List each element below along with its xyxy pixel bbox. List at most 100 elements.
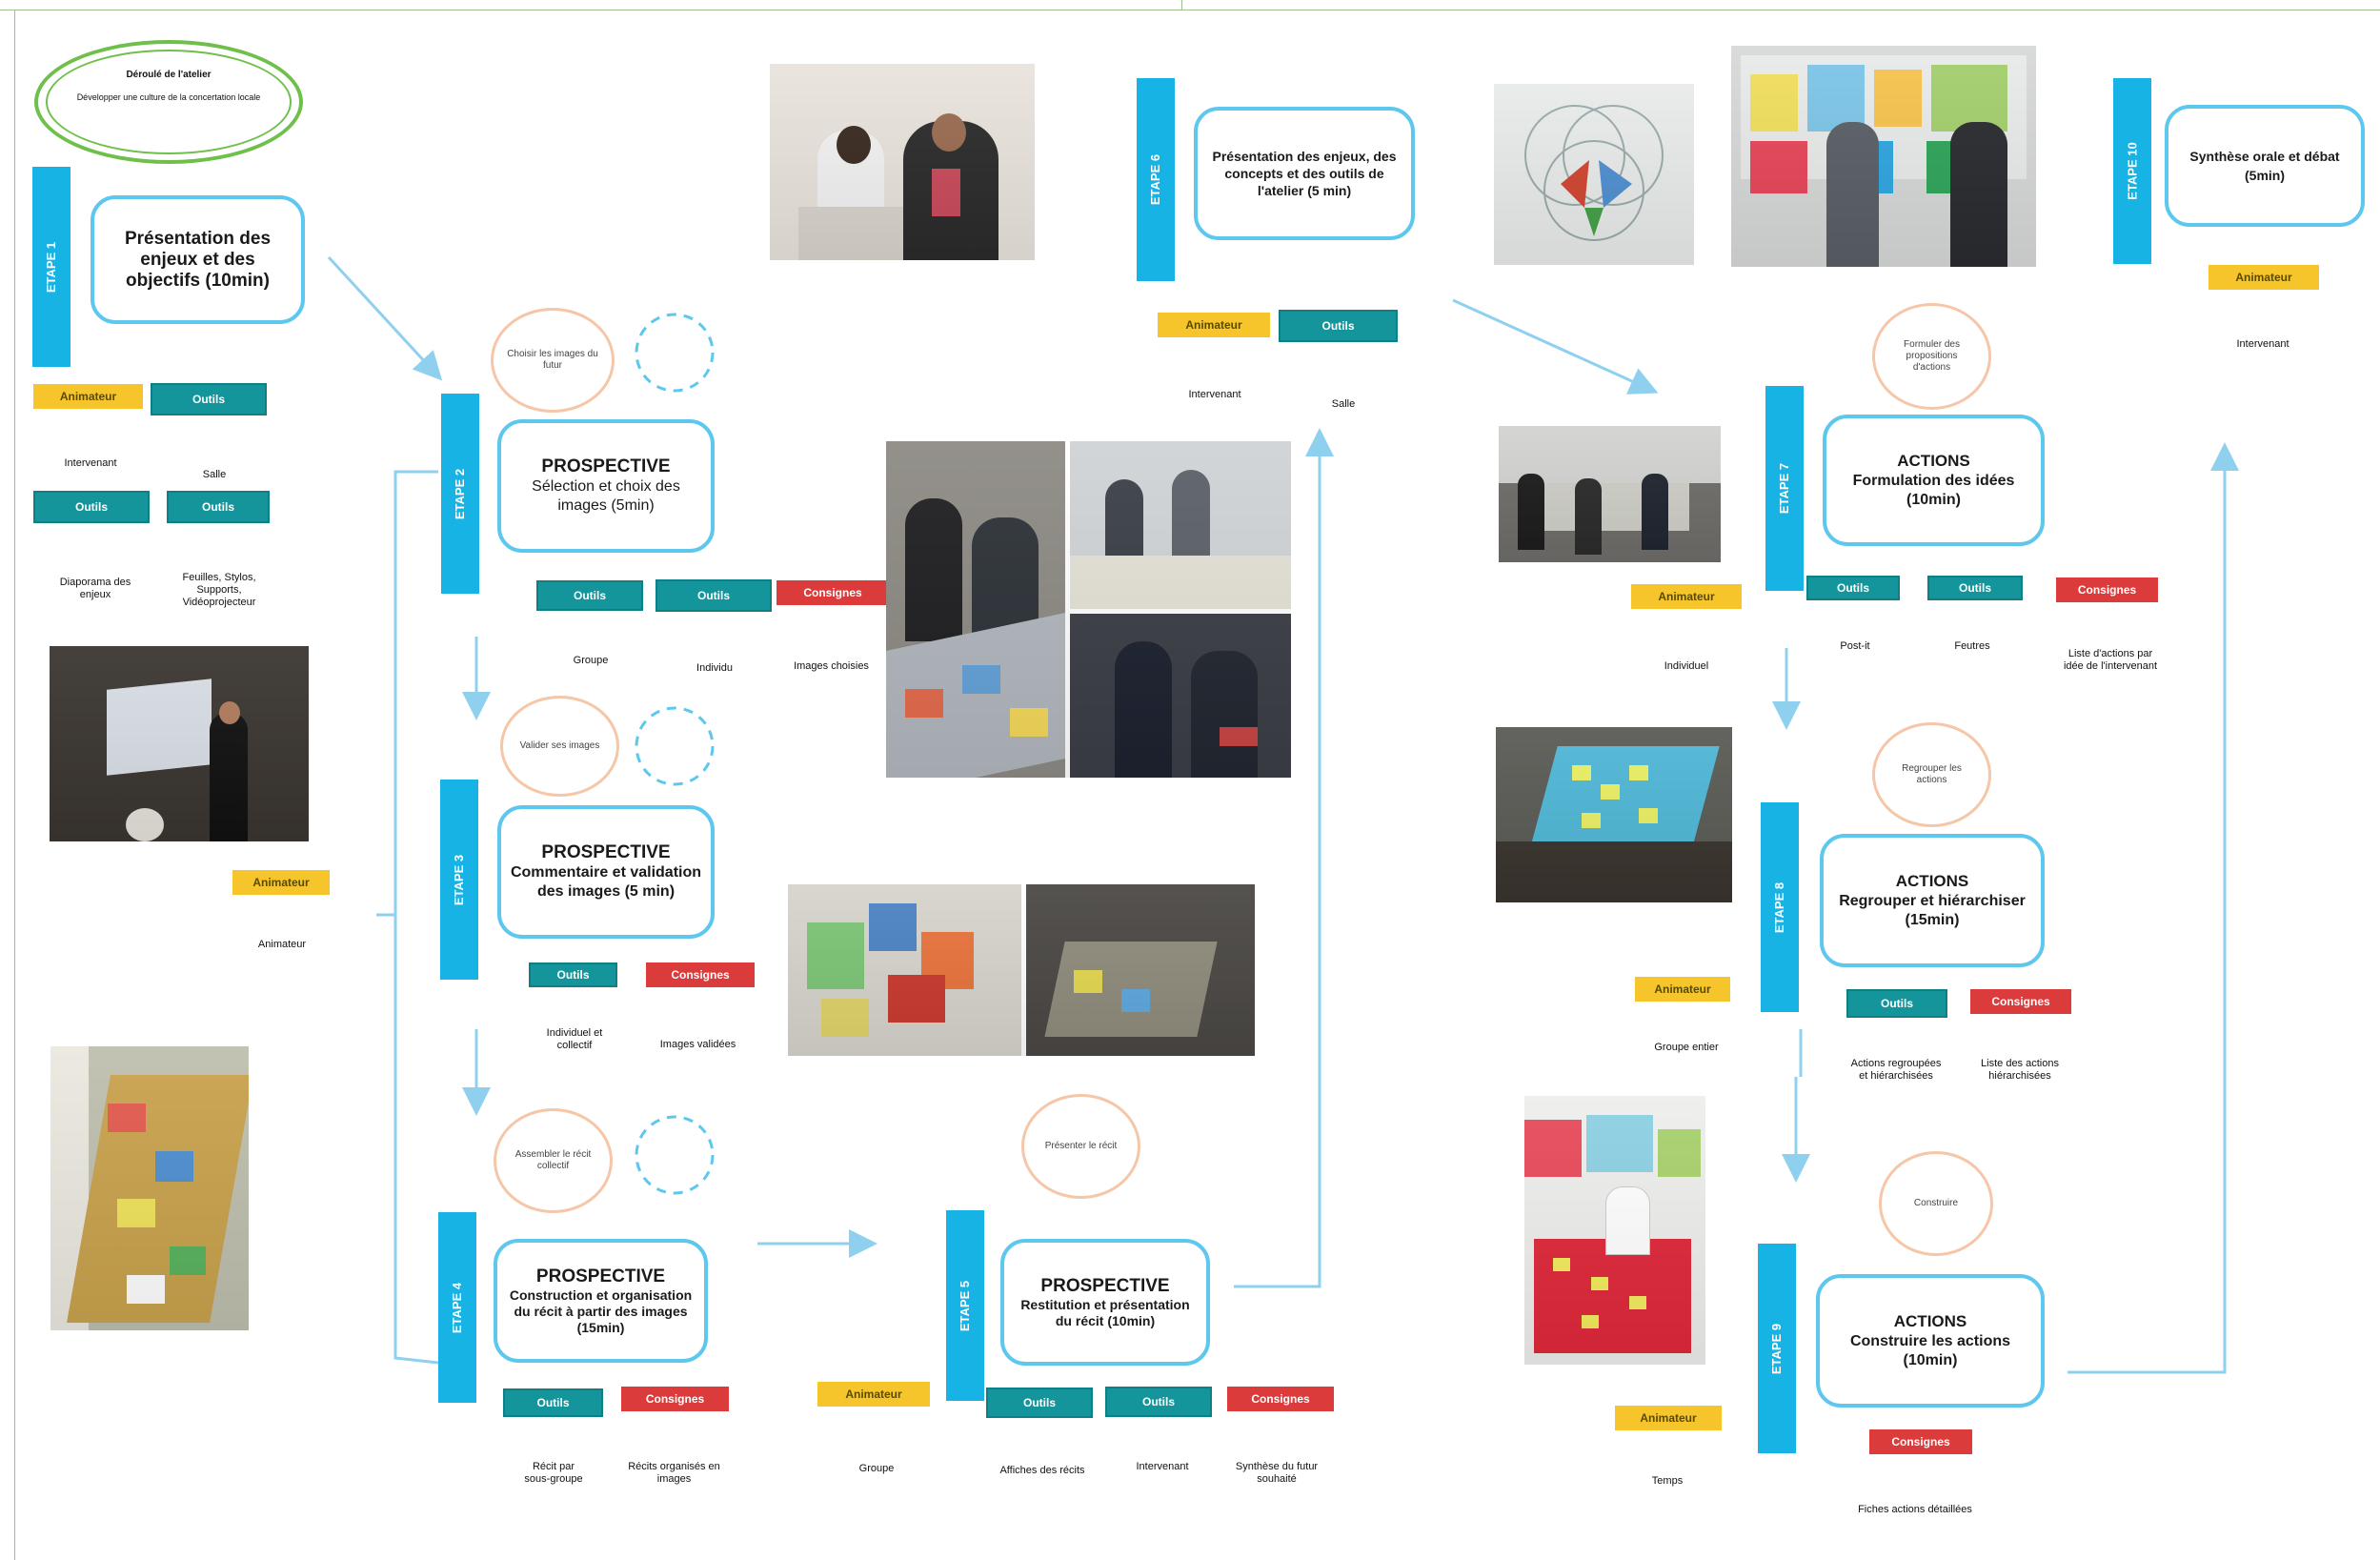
step-9-note-a: Temps (1651, 1475, 1684, 1487)
step-10-note-a: Intervenant (2236, 338, 2289, 350)
step-2-note-c: Images choisies (794, 660, 869, 672)
step-6-animateur-tag: Animateur (1158, 313, 1270, 337)
step-5-box: PROSPECTIVE Restitution et présentation … (1000, 1239, 1210, 1366)
step-9-subtitle: Construire les actions (10min) (1849, 1333, 2011, 1368)
step-2-outil-tag: Outils (536, 580, 643, 611)
step-1-animateur-tag-2: Animateur (232, 870, 330, 895)
step-2-outil-tag-2: Outils (656, 579, 772, 612)
step-8-outil-tag: Outils (1846, 989, 1947, 1018)
step-8-title: ACTIONS (1895, 872, 1969, 890)
step-3-note-a: Individuel et collectif (546, 1027, 603, 1051)
step-4-animateur-tag: Animateur (817, 1382, 930, 1407)
step-2-title: PROSPECTIVE (541, 456, 671, 476)
step-2-subtitle: Sélection et choix des images (5min) (532, 478, 680, 514)
step-7-bar: ETAPE 7 (1765, 386, 1804, 591)
step-10-box: Synthèse orale et débat (5min) (2165, 105, 2365, 227)
step-1-subtitle: enjeux et des objectifs (10min) (126, 249, 270, 291)
photo-group-tables (1499, 426, 1721, 562)
step-8-note-c: Liste des actions hiérarchisées (1981, 1058, 2059, 1082)
step-6-bar: ETAPE 6 (1137, 78, 1175, 281)
step-4-box: PROSPECTIVE Construction et organisation… (494, 1239, 708, 1363)
step-2-consigne-tag: Consignes (777, 580, 889, 605)
step-10-bar: ETAPE 10 (2113, 78, 2151, 264)
step-4-note-a: Récit par sous-groupe (524, 1461, 583, 1485)
step-8-box: ACTIONS Regrouper et hiérarchiser (15min… (1820, 834, 2045, 967)
step-8-consigne-tag: Consignes (1970, 989, 2071, 1014)
step-8-subtitle: Regrouper et hiérarchiser (15min) (1839, 893, 2026, 928)
step-7-outil-tag-2: Outils (1927, 576, 2023, 600)
photo-posters (788, 884, 1255, 1056)
step-4-note-c: Groupe (858, 1463, 895, 1474)
step-7-objective-circle: Formuler des propositions d'actions (1872, 303, 1991, 410)
step-5-outil-tag: Outils (986, 1388, 1093, 1418)
step-1-outil-tag-2: Outils (33, 491, 150, 523)
step-4-title: PROSPECTIVE (535, 1266, 666, 1286)
step-7-note-c: Feutres (1954, 640, 1990, 652)
step-4-consigne-tag: Consignes (621, 1387, 729, 1411)
step-6-outil-tag: Outils (1279, 310, 1398, 342)
step-8-note-a: Groupe entier (1654, 1042, 1719, 1053)
step-1-bar: ETAPE 1 (32, 167, 71, 367)
step-7-title: ACTIONS (1897, 452, 1970, 470)
step-5-note-a: Affiches des récits (999, 1465, 1085, 1476)
oval-title: Déroulé de l'atelier (126, 70, 212, 80)
step-8-bar: ETAPE 8 (1761, 802, 1799, 1012)
step-7-consigne-tag: Consignes (2056, 577, 2158, 602)
step-1-outil-tag-3: Outils (167, 491, 270, 523)
step-9-bar: ETAPE 9 (1758, 1244, 1796, 1453)
step-9-objective-circle: Construire (1879, 1151, 1993, 1256)
step-5-consigne-tag: Consignes (1227, 1387, 1334, 1411)
step-5-note-b: Intervenant (1136, 1461, 1189, 1472)
step-7-note-b: Post-it (1840, 640, 1870, 652)
photo-image-table (50, 1046, 249, 1330)
step-3-bar: ETAPE 3 (440, 780, 478, 980)
step-3-outil-tag: Outils (529, 962, 617, 987)
step-3-objective-circle: Valider ses images (500, 696, 619, 797)
step-1-box: Présentation des enjeux et des objectifs… (91, 195, 305, 324)
step-4-outil-tag: Outils (503, 1388, 603, 1417)
step-1-note-e: Animateur (257, 939, 307, 950)
step-4-note-b: Récits organisés en images (628, 1461, 720, 1485)
step-5-objective-circle: Présenter le récit (1021, 1094, 1140, 1199)
step-6-note-b: Salle (1331, 398, 1356, 410)
step-9-box: ACTIONS Construire les actions (10min) (1816, 1274, 2045, 1408)
step-7-box: ACTIONS Formulation des idées (10min) (1823, 415, 2045, 546)
step-4-bar: ETAPE 4 (438, 1212, 476, 1403)
step-10-subtitle: Synthèse orale et débat (5min) (2189, 149, 2340, 183)
step-5-note-c: Synthèse du futur souhaité (1235, 1461, 1319, 1485)
step-4-objective-circle: Assembler le récit collectif (494, 1108, 613, 1213)
step-1-outil-tag: Outils (151, 383, 267, 415)
step-9-title: ACTIONS (1893, 1312, 1967, 1330)
step-6-box: Présentation des enjeux, des concepts et… (1194, 107, 1415, 240)
step-7-animateur-tag: Animateur (1631, 584, 1742, 609)
photo-poster-wall (1731, 46, 2036, 267)
step-1-note-d: Feuilles, Stylos, Supports, Vidéoproject… (182, 572, 256, 608)
step-3-title: PROSPECTIVE (541, 842, 671, 862)
step-6-note-a: Intervenant (1188, 389, 1241, 400)
step-5-outil-tag-2: Outils (1105, 1387, 1212, 1417)
oval-subtitle: Développer une culture de la concertatio… (76, 92, 261, 102)
step-3-consigne-tag: Consignes (646, 962, 755, 987)
photo-person-wall (1524, 1096, 1705, 1365)
step-5-bar: ETAPE 5 (946, 1210, 984, 1401)
step-2-note-b: Individu (696, 662, 733, 674)
step-7-outil-tag: Outils (1806, 576, 1900, 600)
step-7-subtitle: Formulation des idées (10min) (1852, 473, 2015, 508)
step-3-box: PROSPECTIVE Commentaire et validation de… (497, 805, 715, 939)
step-5-title: PROSPECTIVE (1040, 1275, 1170, 1296)
step-3-note-b: Images validées (659, 1039, 736, 1050)
step-8-objective-circle: Regrouper les actions (1872, 722, 1991, 827)
step-4-subtitle: Construction et organisation du récit à … (509, 1286, 693, 1335)
step-3-subtitle: Commentaire et validation des images (5 … (510, 864, 702, 900)
step-7-note-a: Individuel (1664, 660, 1709, 672)
step-2-note-a: Groupe (573, 655, 609, 666)
step-9-note-b: Fiches actions détaillées (1858, 1504, 1972, 1515)
step-1-note-a: Intervenant (64, 457, 117, 469)
step-5-subtitle: Restitution et présentation du récit (10… (1020, 1296, 1190, 1328)
photo-two-people (770, 64, 1035, 260)
step-1-title: Présentation des (124, 228, 272, 249)
step-2-bar: ETAPE 2 (441, 394, 479, 594)
step-6-subtitle: Présentation des enjeux, des concepts et… (1212, 149, 1397, 198)
step-10-animateur-tag: Animateur (2209, 265, 2319, 290)
step-2-box: PROSPECTIVE Sélection et choix des image… (497, 419, 715, 553)
